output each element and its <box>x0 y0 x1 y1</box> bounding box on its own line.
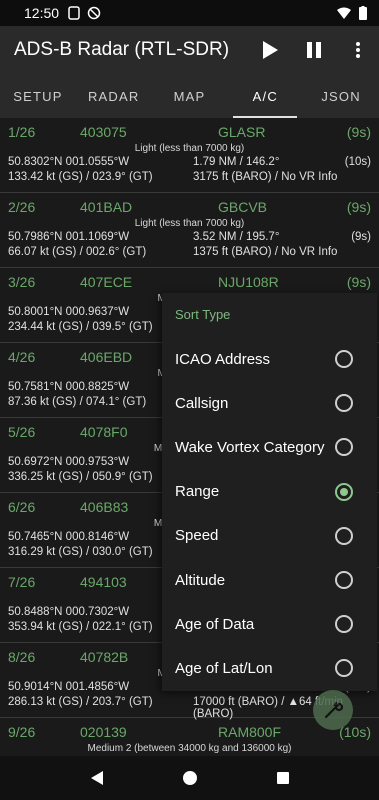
sort-option-label: Wake Vortex Category <box>175 438 325 456</box>
row-index: 7/26 <box>8 574 36 590</box>
row-header: 3/26 407ECE NJU108R (9s) <box>8 274 371 292</box>
tab-json[interactable]: JSON <box>303 74 379 118</box>
position-line: 50.7986°N 001.1069°W 3.52 NM / 195.7° (9… <box>8 231 371 246</box>
sort-option[interactable]: Wake Vortex Category <box>162 425 377 469</box>
sort-option[interactable]: Speed <box>162 514 377 558</box>
data-age: (9s) <box>346 199 371 215</box>
sort-option-radio[interactable] <box>335 571 353 590</box>
sort-option[interactable]: Callsign <box>162 381 377 425</box>
speed-line: 66.07 kt (GS) / 002.6° (GT) 1375 ft (BAR… <box>8 246 371 261</box>
wrench-icon <box>324 701 343 719</box>
recents-icon[interactable] <box>276 771 290 785</box>
range-bearing: 3.52 NM / 195.7° <box>193 231 280 243</box>
sort-option-radio[interactable] <box>335 350 353 369</box>
range-bearing: 1.79 NM / 146.2° <box>193 156 280 168</box>
sort-option[interactable]: Age of Lat/Lon <box>162 646 377 690</box>
speed-track: 66.07 kt (GS) / 002.6° (GT) <box>8 246 147 258</box>
more-vert-icon <box>356 42 360 58</box>
icao-address: 403075 <box>80 124 127 140</box>
app-bar: ADS-B Radar (RTL-SDR) <box>0 26 379 74</box>
tab-setup[interactable]: SETUP <box>0 74 76 118</box>
position-age: (10s) <box>344 156 371 168</box>
lat-lon: 50.7986°N 001.1069°W <box>8 231 130 243</box>
pause-button[interactable] <box>299 35 329 65</box>
battery-icon <box>359 6 367 20</box>
row-index: 5/26 <box>8 424 36 440</box>
aircraft-row[interactable]: 1/26 403075 GLASR (9s) Light (less than … <box>0 118 379 193</box>
callsign: NJU108R <box>218 274 279 290</box>
row-index: 2/26 <box>8 199 36 215</box>
sort-menu-title: Sort Type <box>175 307 231 322</box>
wake-category: Light (less than 7000 kg) <box>134 218 245 229</box>
play-icon <box>263 41 278 59</box>
data-age: (9s) <box>346 124 371 140</box>
sort-option[interactable]: ICAO Address <box>162 337 377 381</box>
row-index: 8/26 <box>8 649 36 665</box>
status-bar: 12:50 <box>0 0 379 26</box>
play-button[interactable] <box>255 35 285 65</box>
row-header: 9/26 020139 RAM800F (10s) <box>8 724 371 742</box>
altitude-vr: 3175 ft (BARO) / No VR Info <box>193 171 338 183</box>
tab-map[interactable]: MAP <box>152 74 228 118</box>
pause-icon <box>307 42 321 58</box>
sim-icon <box>68 6 80 20</box>
dnd-icon <box>87 6 101 20</box>
tab-radar[interactable]: RADAR <box>76 74 152 118</box>
callsign: GBCVB <box>218 199 268 215</box>
sort-option-label: Age of Lat/Lon <box>175 659 273 677</box>
speed-track: 133.42 kt (GS) / 023.9° (GT) <box>8 171 153 183</box>
sort-option[interactable]: Altitude <box>162 558 377 602</box>
icao-address: 407ECE <box>80 274 133 290</box>
sort-option-label: Speed <box>175 527 219 545</box>
sort-option-label: Range <box>175 483 220 501</box>
row-index: 3/26 <box>8 274 36 290</box>
status-time: 12:50 <box>24 5 60 21</box>
altitude-vr: 1375 ft (BARO) / No VR Info <box>193 246 338 258</box>
row-index: 6/26 <box>8 499 36 515</box>
tab-bar: SETUP RADAR MAP A/C JSON <box>0 74 379 118</box>
sort-option-label: Age of Data <box>175 615 255 633</box>
aircraft-row[interactable]: 2/26 401BAD GBCVB (9s) Light (less than … <box>0 193 379 268</box>
row-index: 1/26 <box>8 124 36 140</box>
icao-address: 020139 <box>80 724 127 740</box>
tab-ac[interactable]: A/C <box>227 74 303 118</box>
position-age: (9s) <box>351 231 371 243</box>
sort-option-label: Altitude <box>175 571 226 589</box>
back-icon[interactable] <box>90 770 104 786</box>
wifi-icon <box>337 7 351 19</box>
sort-option-radio[interactable] <box>335 659 353 678</box>
sort-option-radio[interactable] <box>335 482 353 501</box>
tools-fab[interactable] <box>313 690 353 730</box>
wake-category: Light (less than 7000 kg) <box>134 143 245 154</box>
lat-lon: 50.8302°N 001.0555°W <box>8 156 130 168</box>
sort-option-label: ICAO Address <box>175 350 271 368</box>
callsign: RAM800F <box>218 724 282 740</box>
icao-address: 401BAD <box>80 199 133 215</box>
row-index: 4/26 <box>8 349 36 365</box>
data-age: (9s) <box>346 274 371 290</box>
speed-track: 286.13 kt (GS) / 203.7° (GT) <box>8 696 153 708</box>
sort-option-label: Callsign <box>175 394 229 412</box>
sort-type-menu: Sort Type ICAO Address Callsign Wake Vor… <box>162 293 377 691</box>
home-icon[interactable] <box>182 770 198 786</box>
row-index: 9/26 <box>8 724 36 740</box>
wake-category: Medium 2 (between 34000 kg and 136000 kg… <box>87 743 292 754</box>
callsign: GLASR <box>218 124 266 140</box>
sort-option[interactable]: Range <box>162 470 377 514</box>
sort-option-radio[interactable] <box>335 394 353 413</box>
sort-option[interactable]: Age of Data <box>162 602 377 646</box>
more-options-button[interactable] <box>343 35 373 65</box>
system-nav-bar <box>0 756 379 800</box>
row-header: 2/26 401BAD GBCVB (9s) <box>8 199 371 217</box>
app-title: ADS-B Radar (RTL-SDR) <box>14 39 230 60</box>
sort-option-radio[interactable] <box>335 615 353 634</box>
speed-line: 133.42 kt (GS) / 023.9° (GT) 3175 ft (BA… <box>8 171 371 186</box>
sort-option-radio[interactable] <box>335 526 353 545</box>
position-line: 50.8302°N 001.0555°W 1.79 NM / 146.2° (1… <box>8 156 371 171</box>
row-header: 1/26 403075 GLASR (9s) <box>8 124 371 142</box>
sort-option-radio[interactable] <box>335 438 353 457</box>
